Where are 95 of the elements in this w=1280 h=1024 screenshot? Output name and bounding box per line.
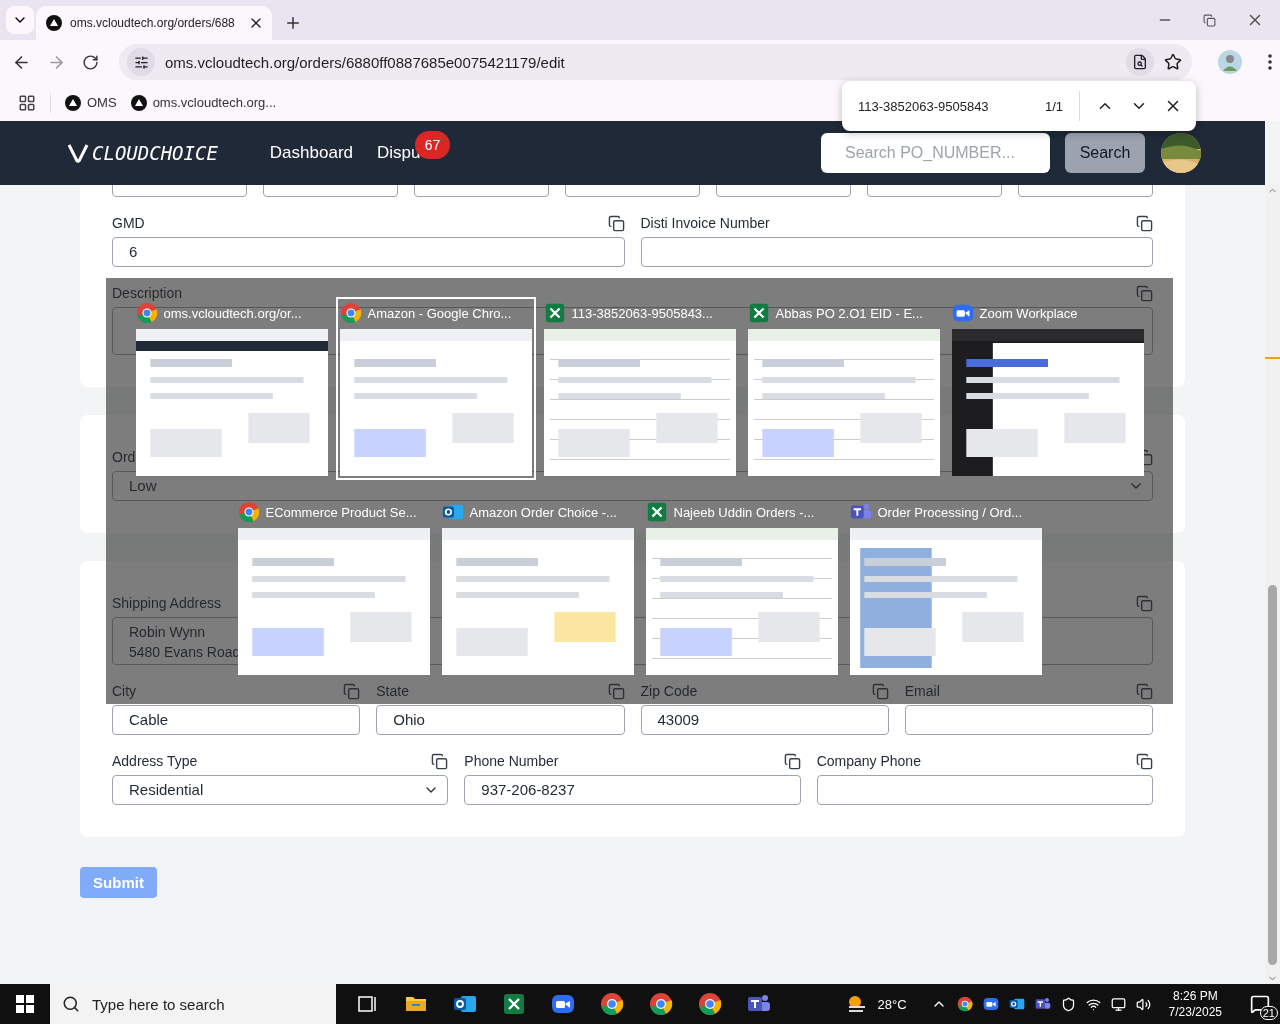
window-title: 113-3852063-9505843... — [571, 305, 713, 321]
window-preview[interactable]: 113-3852063-9505843... — [543, 301, 736, 476]
window-title: Najeeb Uddin Orders -... — [673, 504, 815, 520]
text-field[interactable]: 6 — [112, 237, 625, 267]
copy-icon[interactable] — [607, 214, 625, 232]
spreadsheet-icon — [501, 992, 526, 1016]
window-preview[interactable]: Najeeb Uddin Orders -... — [645, 500, 838, 675]
tab-list-button[interactable] — [6, 6, 34, 34]
window-preview[interactable]: Order Processing / Ord... — [849, 500, 1042, 675]
shield-icon[interactable] — [1060, 996, 1076, 1012]
video-call-icon — [550, 992, 575, 1016]
field-label: Zip Code — [640, 683, 698, 699]
copy-icon[interactable] — [783, 752, 801, 770]
window-preview[interactable]: ECommerce Product Se... — [237, 500, 430, 675]
bookmark-star-icon[interactable] — [1164, 53, 1182, 71]
site-icon — [65, 94, 81, 111]
browser-icon — [599, 992, 624, 1016]
text-field[interactable]: Ohio — [376, 705, 625, 735]
user-avatar[interactable] — [1161, 133, 1201, 173]
browser-icon — [237, 501, 260, 523]
sliders-icon — [133, 54, 149, 70]
field-label: Shipping Address — [112, 595, 221, 611]
window-preview[interactable]: Abbas PO 2.O1 EID - E... — [747, 301, 940, 476]
field-label: Address Type — [112, 753, 198, 769]
window-preview[interactable]: oms.vcloudtech.org/or... — [135, 301, 328, 476]
text-field[interactable] — [640, 237, 1153, 267]
video-call-icon — [982, 996, 999, 1012]
window-title: Amazon Order Choice -... — [469, 504, 617, 520]
text-field[interactable]: 43009 — [640, 705, 889, 735]
restore-icon[interactable] — [1203, 13, 1216, 27]
field-label: Phone Number — [464, 753, 559, 769]
text-field[interactable]: 937-206-8237 — [464, 775, 801, 805]
copy-icon[interactable] — [431, 752, 449, 770]
menu-button[interactable] — [1268, 54, 1272, 70]
display-icon[interactable] — [1110, 996, 1126, 1012]
network-icon[interactable] — [1085, 996, 1101, 1012]
bookmark[interactable]: OMS — [65, 94, 117, 111]
field-label: Disti Invoice Number — [640, 215, 770, 231]
window-title: Order Processing / Ord... — [877, 504, 1022, 520]
browser-icon — [697, 992, 722, 1016]
nav-link[interactable]: Dashboard — [269, 143, 353, 163]
logo: CLOUDCHOICE — [68, 142, 218, 164]
menu-icon — [1268, 54, 1272, 70]
window-title: Amazon - Google Chro... — [367, 305, 512, 321]
taskbar-search-field[interactable]: Type here to search — [50, 984, 336, 1024]
search-button[interactable]: Search — [1065, 133, 1145, 173]
apps-icon[interactable] — [18, 93, 36, 112]
copy-icon[interactable] — [1136, 214, 1153, 232]
speaker-icon[interactable] — [1135, 996, 1151, 1012]
search-icon — [62, 995, 80, 1013]
browser-icon — [648, 992, 673, 1016]
window-title: oms.vcloudtech.org/or... — [163, 305, 302, 321]
address-bar[interactable]: oms.vcloudtech.org/orders/6880ff0887685e0075421179/edit — [119, 44, 1192, 80]
mail-icon — [1008, 996, 1025, 1012]
plus-icon — [284, 14, 302, 32]
start-icon[interactable] — [16, 995, 34, 1013]
bookmark[interactable]: oms.vcloudtech.org... — [130, 94, 277, 111]
reload-icon — [82, 53, 99, 71]
field-label: City — [112, 683, 137, 699]
nav-link[interactable]: Dispu — [377, 143, 421, 163]
browser-icon — [956, 996, 973, 1012]
text-field[interactable] — [816, 775, 1153, 805]
window-title: Abbas PO 2.O1 EID - E... — [775, 305, 923, 321]
find-query-field[interactable]: 113-3852063-9505843 — [858, 98, 1029, 114]
browser-tab[interactable]: oms.vcloudtech.org/orders/688 — [36, 6, 272, 40]
notification-count: 21 — [1259, 1006, 1278, 1020]
window-title: Zoom Workplace — [979, 305, 1078, 321]
site-settings-button[interactable] — [127, 48, 155, 76]
new-tab-button[interactable] — [284, 14, 302, 32]
text-field[interactable] — [904, 705, 1153, 735]
page-search-button[interactable] — [1126, 48, 1154, 76]
document-search-icon — [1132, 54, 1148, 70]
window-preview[interactable]: Zoom Workplace — [951, 301, 1144, 476]
match-count: 1/1 — [1044, 98, 1063, 114]
site-icon — [130, 94, 147, 111]
reload-button[interactable] — [82, 53, 99, 71]
temperature: 28°C — [877, 996, 907, 1012]
notification-button[interactable]: 21 — [1240, 984, 1280, 1024]
text-field[interactable]: Cable — [112, 705, 361, 735]
field-label: Email — [904, 683, 940, 699]
window-preview[interactable]: Amazon Order Choice -... — [441, 500, 634, 675]
field-label: State — [376, 683, 409, 699]
select-field[interactable]: Residential — [112, 775, 449, 805]
field-label: Ord — [112, 449, 136, 465]
field-label: GMD — [112, 215, 145, 231]
profile-avatar[interactable] — [1218, 50, 1242, 74]
window-preview[interactable]: Amazon - Google Chro... — [339, 301, 532, 476]
copy-icon[interactable] — [1136, 752, 1153, 770]
field-label: Company Phone — [816, 753, 921, 769]
clock[interactable]: 8:26 PM 7/23/2025 — [1168, 988, 1222, 1020]
chat-icon — [1034, 996, 1051, 1012]
logo-mark-icon — [68, 142, 90, 164]
window-title: ECommerce Product Se... — [265, 504, 417, 520]
field-label: Description — [112, 285, 183, 301]
site-icon — [46, 15, 62, 31]
